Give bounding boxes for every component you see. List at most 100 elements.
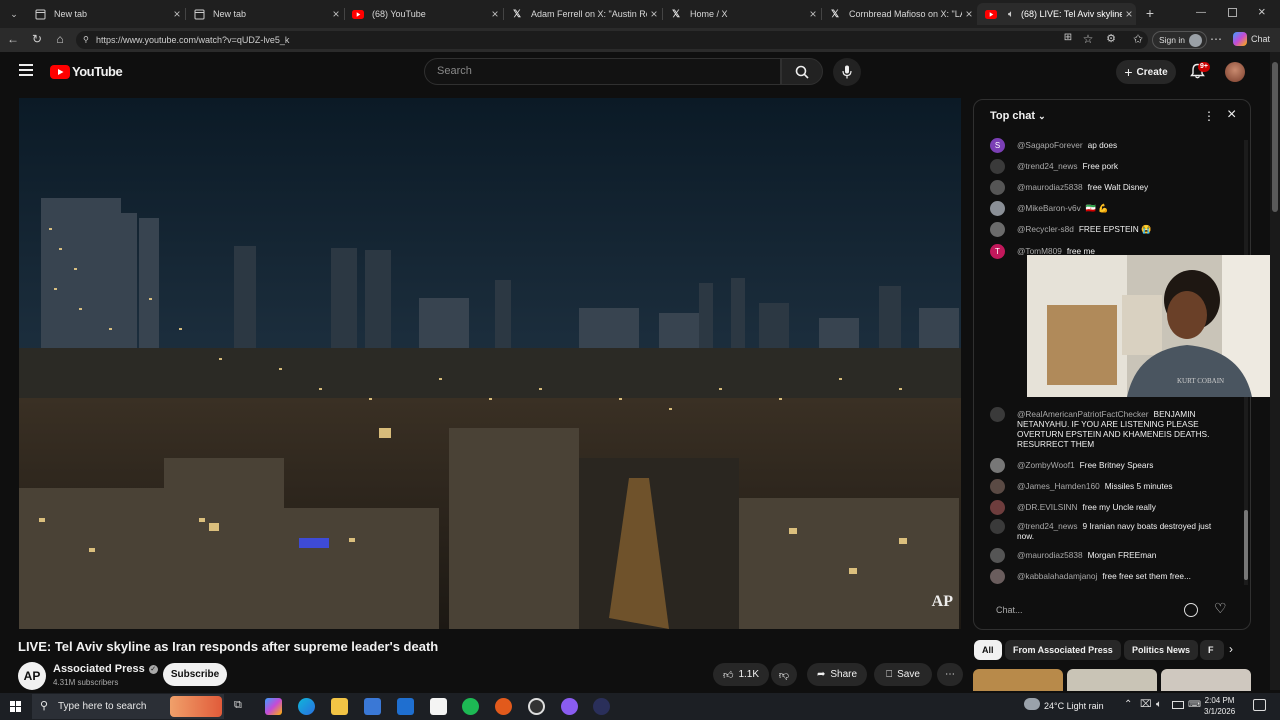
- chat-author-avatar[interactable]: T: [990, 244, 1005, 259]
- network-icon[interactable]: ⌧: [1140, 699, 1152, 710]
- chat-message[interactable]: @trend24_news 9 Iranian navy boats destro…: [990, 519, 1230, 541]
- chat-author-name[interactable]: @RealAmericanPatriotFactChecker: [1017, 409, 1149, 419]
- recommended-thumbnail[interactable]: [1161, 669, 1251, 691]
- obs-icon[interactable]: [528, 698, 545, 715]
- browser-tab-active[interactable]: 🔈︎ (68) LIVE: Tel Aviv skyline as Ir ×: [977, 3, 1136, 25]
- chat-author-avatar[interactable]: [990, 519, 1005, 534]
- chat-more-options-icon[interactable]: ⋮: [1203, 109, 1215, 123]
- browser-tab[interactable]: 𝕏 Adam Ferrell on X: "Austin Reaves ×: [503, 3, 661, 25]
- restore-window-icon[interactable]: [1228, 8, 1237, 17]
- tab-close-icon[interactable]: ×: [962, 7, 976, 21]
- tab-close-icon[interactable]: ×: [170, 7, 184, 21]
- save-button[interactable]: ⎕ Save: [874, 663, 932, 686]
- hamburger-menu-icon[interactable]: [19, 64, 33, 76]
- home-icon[interactable]: ⌂: [52, 32, 68, 46]
- reload-icon[interactable]: ↻: [29, 32, 45, 46]
- store-icon[interactable]: [364, 698, 381, 715]
- like-button[interactable]: 👍︎ 1.1K: [713, 663, 769, 686]
- account-avatar[interactable]: [1225, 62, 1245, 82]
- chat-author-name[interactable]: @trend24_news: [1017, 161, 1078, 171]
- chat-author-name[interactable]: @maurodiaz5838: [1017, 550, 1083, 560]
- address-bar[interactable]: ⚲ https://www.youtube.com/watch?v=qUDZ-l…: [76, 31, 1148, 49]
- browser-tab[interactable]: (68) YouTube ×: [344, 3, 502, 25]
- page-scrollbar-thumb[interactable]: [1272, 62, 1278, 212]
- browser-tab[interactable]: 𝕏 Home / X ×: [662, 3, 820, 25]
- chat-message[interactable]: S @SagapoForever ap does: [990, 138, 1230, 153]
- chat-author-avatar[interactable]: [990, 407, 1005, 422]
- chat-author-name[interactable]: @SagapoForever: [1017, 140, 1083, 150]
- browser-tab[interactable]: 𝕏 Cornbread Mafioso on X: "LATE ×: [821, 3, 976, 25]
- media-app-icon[interactable]: [495, 698, 512, 715]
- chat-author-avatar[interactable]: [990, 458, 1005, 473]
- chat-author-avatar[interactable]: [990, 548, 1005, 563]
- chat-author-avatar[interactable]: S: [990, 138, 1005, 153]
- weather-widget[interactable]: 24°C Light rain: [1044, 701, 1104, 711]
- windows-start-icon[interactable]: [10, 701, 21, 712]
- edge-browser-icon[interactable]: [298, 698, 315, 715]
- chat-author-name[interactable]: @DR.EVILSINN: [1017, 502, 1078, 512]
- copilot-taskbar-icon[interactable]: [265, 698, 282, 715]
- back-arrow-icon[interactable]: ←: [5, 32, 21, 46]
- tray-overflow-icon[interactable]: ⌃: [1124, 699, 1132, 710]
- site-info-icon[interactable]: ⚲: [83, 31, 89, 49]
- tab-close-icon[interactable]: ×: [488, 7, 502, 21]
- subscribe-button[interactable]: Subscribe: [163, 663, 227, 686]
- volume-icon[interactable]: 🔈︎: [1156, 699, 1162, 710]
- new-tab-plus-icon[interactable]: +: [1142, 5, 1158, 21]
- chat-message[interactable]: @James_Hamden160 Missiles 5 minutes: [990, 479, 1230, 494]
- video-player[interactable]: AP: [19, 98, 961, 629]
- app-available-icon[interactable]: ⊞: [1060, 32, 1076, 43]
- page-scrollbar[interactable]: [1270, 52, 1280, 690]
- chat-mode-dropdown[interactable]: Top chat ⌄: [990, 110, 1046, 122]
- chat-message[interactable]: @kabbalahadamjanoj free free set them fre…: [990, 569, 1230, 584]
- chat-message[interactable]: @ZombyWoof1 Free Britney Spears: [990, 458, 1230, 473]
- chat-input[interactable]: Chat...: [986, 600, 1186, 620]
- chat-author-name[interactable]: @Recycler-s8d: [1017, 224, 1074, 234]
- chip-more[interactable]: F: [1200, 640, 1224, 660]
- chat-author-avatar[interactable]: [990, 500, 1005, 515]
- share-button[interactable]: ➦ Share: [807, 663, 867, 686]
- chat-author-avatar[interactable]: [990, 159, 1005, 174]
- chat-message[interactable]: @DR.EVILSINN free my Uncle really: [990, 500, 1230, 515]
- chat-message[interactable]: @maurodiaz5838 Morgan FREEman: [990, 548, 1230, 563]
- battery-icon[interactable]: [1172, 701, 1184, 709]
- document-icon[interactable]: [430, 698, 447, 715]
- chat-message[interactable]: @trend24_news Free pork: [990, 159, 1230, 174]
- tab-close-icon[interactable]: ×: [329, 7, 343, 21]
- favorites-icon[interactable]: ✩: [1130, 32, 1146, 46]
- chat-message[interactable]: @Recycler-s8d FREE EPSTEIN 😭: [990, 222, 1230, 237]
- chip-politics-news[interactable]: Politics News: [1124, 640, 1199, 660]
- browser-tab[interactable]: New tab ×: [26, 3, 184, 25]
- chip-all[interactable]: All: [974, 640, 1002, 660]
- favorite-star-icon[interactable]: ☆: [1080, 32, 1096, 46]
- tab-close-icon[interactable]: ×: [647, 7, 661, 21]
- sign-in-button[interactable]: Sign in: [1152, 31, 1207, 49]
- chat-author-avatar[interactable]: [990, 222, 1005, 237]
- close-window-icon[interactable]: ×: [1258, 4, 1266, 19]
- chat-close-icon[interactable]: ×: [1227, 106, 1236, 124]
- spotify-icon[interactable]: [462, 698, 479, 715]
- more-menu-icon[interactable]: ⋯: [1208, 32, 1224, 46]
- chat-author-name[interactable]: @James_Hamden160: [1017, 481, 1100, 491]
- chat-author-name[interactable]: @ZombyWoof1: [1017, 460, 1075, 470]
- voice-search-button[interactable]: [833, 58, 861, 86]
- chat-message[interactable]: @MikeBaron-v6v 🇮🇷 💪: [990, 201, 1230, 216]
- taskbar-clock[interactable]: 2:04 PM 3/1/2026: [1204, 695, 1235, 717]
- dislike-button[interactable]: 👎︎: [771, 663, 797, 686]
- browser-tab[interactable]: New tab ×: [185, 3, 343, 25]
- language-icon[interactable]: ⌨: [1188, 699, 1201, 710]
- outlook-icon[interactable]: [397, 698, 414, 715]
- search-button[interactable]: [781, 58, 823, 85]
- minimize-window-icon[interactable]: —: [1196, 7, 1208, 18]
- task-view-icon[interactable]: ⧉: [234, 699, 242, 712]
- chat-message[interactable]: @RealAmericanPatriotFactChecker BENJAMIN …: [990, 407, 1230, 449]
- chips-next-chevron-icon[interactable]: ›: [1229, 642, 1233, 656]
- discord-icon[interactable]: [561, 698, 578, 715]
- recommended-thumbnail[interactable]: [973, 669, 1063, 691]
- notification-center-icon[interactable]: [1253, 699, 1266, 711]
- copilot-chat-button[interactable]: Chat: [1233, 32, 1270, 46]
- speaker-icon[interactable]: 🔈︎: [1005, 8, 1017, 20]
- heart-reaction-icon[interactable]: ♡: [1214, 600, 1227, 617]
- chat-author-avatar[interactable]: [990, 479, 1005, 494]
- emoji-picker-icon[interactable]: [1184, 603, 1198, 617]
